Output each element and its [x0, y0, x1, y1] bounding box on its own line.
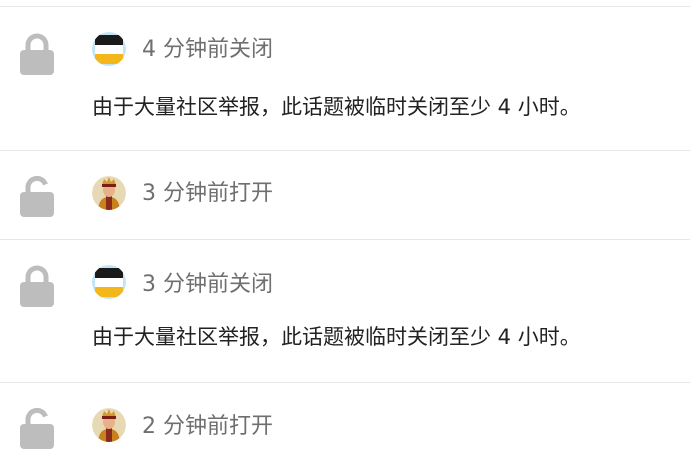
- event-meta: 3 分钟前关闭: [142, 272, 273, 297]
- topic-status-timeline: 4 分钟前关闭 由于大量社区举报，此话题被临时关闭至少 4 小时。 3 分钟前打…: [0, 0, 690, 469]
- event-meta: 3 分钟前打开: [142, 181, 273, 206]
- avatar-flag-icon[interactable]: [92, 265, 126, 299]
- avatar-portrait-icon[interactable]: [92, 176, 126, 210]
- lock-closed-icon: [20, 33, 54, 75]
- lock-open-icon: [20, 176, 54, 217]
- avatar-portrait-icon[interactable]: [92, 408, 126, 442]
- avatar-flag-icon[interactable]: [92, 32, 126, 66]
- lock-closed-icon: [20, 265, 54, 307]
- event-message: 由于大量社区举报，此话题被临时关闭至少 4 小时。: [92, 325, 581, 349]
- lock-open-icon: [20, 408, 54, 449]
- timeline-event: 3 分钟前打开: [0, 151, 690, 239]
- event-meta: 2 分钟前打开: [142, 414, 273, 439]
- timeline-event: 3 分钟前关闭 由于大量社区举报，此话题被临时关闭至少 4 小时。: [0, 240, 690, 382]
- event-message: 由于大量社区举报，此话题被临时关闭至少 4 小时。: [92, 95, 581, 119]
- timeline-event: 4 分钟前关闭 由于大量社区举报，此话题被临时关闭至少 4 小时。: [0, 7, 690, 150]
- timeline-event: 2 分钟前打开: [0, 383, 690, 469]
- event-meta: 4 分钟前关闭: [142, 37, 273, 62]
